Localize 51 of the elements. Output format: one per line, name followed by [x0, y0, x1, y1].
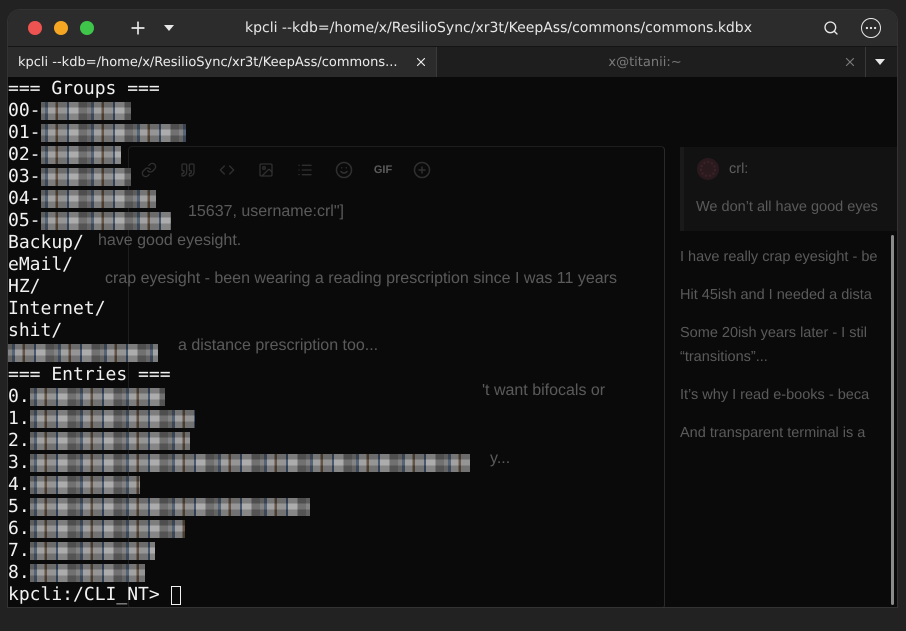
terminal-text: 0. [8, 386, 30, 408]
editor-text: 15637, username:crl"] [188, 203, 344, 221]
terminal-text: eMail/ [8, 254, 74, 276]
post-paragraph: It’s why I read e-books - beca [680, 386, 870, 405]
terminal-text: === Entries === [8, 364, 171, 386]
terminal-text: 6. [8, 518, 30, 540]
terminal-text: Internet/ [8, 298, 106, 320]
post-paragraph: And transparent terminal is a [680, 424, 866, 443]
caret-icon [875, 59, 885, 65]
terminal-text: 2. [8, 430, 30, 452]
editor-text: crap eyesight - been wearing a reading prescription since I was 11 years [105, 270, 617, 288]
smiley-icon [333, 159, 355, 181]
window-title: kpcli --kdb=/home/x/ResilioSync/xr3t/KeepAss/commons/commons.kdbx [244, 20, 753, 36]
quote-author: crl: [729, 161, 748, 177]
terminal-text: 5. [8, 496, 30, 518]
terminal-text: 01- [8, 122, 41, 144]
gif-label: GIF [372, 164, 394, 176]
tab[interactable]: kpcli --kdb=/home/x/ResilioSync/xr3t/KeepAss/commons... [8, 47, 437, 77]
caret-icon [164, 25, 174, 31]
terminal-text: 7. [8, 540, 30, 562]
search-icon [823, 20, 839, 36]
terminal-text: 02- [8, 144, 41, 166]
terminal-text: 3. [8, 452, 30, 474]
scrollbar-thumb[interactable] [891, 235, 894, 605]
terminal-text: HZ/ [8, 276, 41, 298]
terminal-prompt: kpcli:/CLI_NT> [8, 584, 160, 606]
terminal-text: shit/ [8, 320, 62, 342]
quote-text: We don’t all have good eyes [696, 198, 879, 217]
minimize-button[interactable] [54, 21, 68, 35]
editor-text: 't want bifocals or [482, 382, 606, 400]
terminal-text: 1. [8, 408, 30, 430]
editor-text: y... [490, 450, 510, 468]
close-button[interactable] [28, 21, 42, 35]
terminal-text: Backup/ [8, 232, 84, 254]
post-paragraph: I have really crap eyesight - be [680, 248, 878, 267]
post-paragraph: Hit 45ish and I needed a dista [680, 286, 873, 305]
terminal-text: 00- [8, 100, 41, 122]
terminal-text: 03- [8, 166, 41, 188]
terminal-text: 04- [8, 188, 41, 210]
add-icon [411, 159, 433, 181]
close-icon[interactable] [414, 55, 428, 69]
post-paragraph: Some 20ish years later - I stil “transitions”... [680, 324, 868, 367]
editor-text: have good eyesight. [98, 232, 242, 250]
maximize-button[interactable] [80, 21, 94, 35]
terminal-text: 4. [8, 474, 30, 496]
terminal-text: === Groups === [8, 78, 160, 100]
text-cursor [170, 586, 181, 604]
editor-text: a distance prescription too... [178, 337, 378, 355]
avatar-icon [696, 157, 720, 181]
terminal-text: 05- [8, 210, 41, 232]
terminal-text: 8. [8, 562, 30, 584]
